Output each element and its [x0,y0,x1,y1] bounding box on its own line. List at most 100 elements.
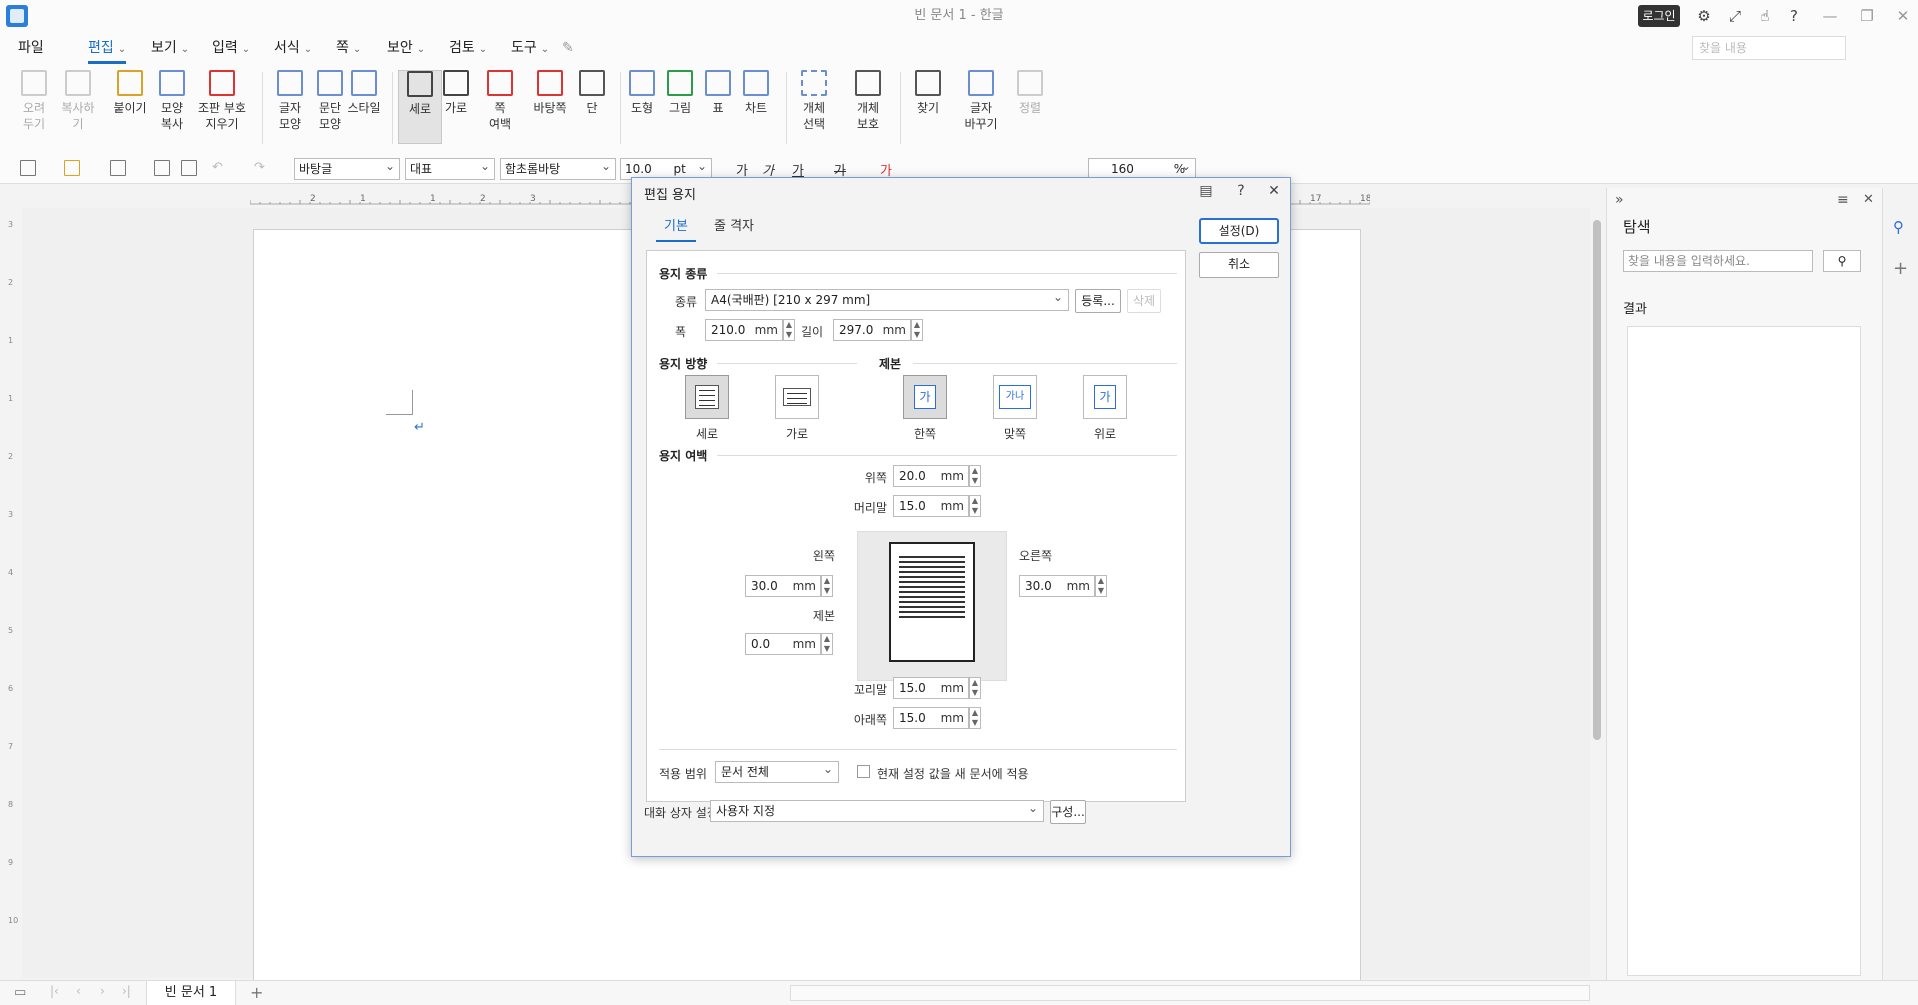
menu-format[interactable]: 서식 ⌄ [274,32,312,64]
header-margin-stepper[interactable]: ▲ ▼ [969,495,981,517]
header-margin-field[interactable]: 15.0 mm [893,495,969,517]
object-select-button[interactable]: 개체 선택 [792,70,836,132]
preview-icon[interactable] [181,160,197,176]
menu-edit[interactable]: 편집 ⌄ [88,32,127,64]
close-icon[interactable]: ✕ [1265,183,1283,201]
horizontal-scrollbar[interactable] [790,985,1590,1001]
sort-button[interactable]: 정렬 [1008,70,1052,116]
save-icon[interactable] [110,160,126,176]
width-field[interactable]: 210.0 mm [705,319,783,341]
length-stepper[interactable]: ▲ ▼ [911,319,923,341]
last-page-icon[interactable]: ›| [122,984,131,998]
find-button[interactable]: 찾기 [906,70,950,116]
binding-facing[interactable]: 가나 [993,375,1037,419]
restore-icon[interactable]: ❐ [1857,6,1877,26]
dialog-setting-select[interactable]: 사용자 지정 [710,798,1044,822]
chart-button[interactable]: 차트 [734,70,778,116]
menu-review[interactable]: 검토 ⌄ [449,32,487,64]
apply-range-select[interactable]: 문서 전체 [715,759,839,783]
document-tab[interactable]: 빈 문서 1 [146,981,236,1005]
delete-button[interactable]: 삭제 [1127,289,1161,313]
collapse-panel-icon[interactable]: » [1615,192,1624,208]
menu-view[interactable]: 보기 ⌄ [151,32,189,64]
scrollbar-thumb[interactable] [1593,220,1601,740]
cut-button[interactable]: 오려 두기 [12,70,56,132]
menu-security[interactable]: 보안 ⌄ [387,32,425,64]
gutter-field[interactable]: 0.0 mm [745,633,821,655]
add-icon[interactable]: + [1893,258,1908,279]
menu-insert[interactable]: 입력 ⌄ [212,32,250,64]
footer-margin-field[interactable]: 15.0 mm [893,677,969,699]
print-icon[interactable] [154,160,170,176]
object-protect-button[interactable]: 개체 보호 [846,70,890,132]
plugin-icon[interactable]: ✎ [562,32,574,64]
redo-icon[interactable]: ↷ [254,160,265,175]
vertical-scrollbar[interactable] [1590,190,1604,980]
paste-button[interactable]: 붙이기 [108,70,152,116]
font-select[interactable]: 함초롬바탕 [500,156,616,180]
bottom-margin-stepper[interactable]: ▲ ▼ [969,707,981,729]
help-icon[interactable]: ? [1232,183,1250,201]
open-icon[interactable] [64,160,80,176]
cancel-button[interactable]: 취소 [1199,252,1279,278]
copy-button[interactable]: 복사하기 [56,70,100,132]
char-shape-button[interactable]: 글자 모양 [268,70,312,132]
next-page-icon[interactable]: › [100,984,105,998]
apply-new-doc-checkbox[interactable] [857,765,870,778]
width-stepper[interactable]: ▲ ▼ [783,319,795,341]
right-margin-stepper[interactable]: ▲ ▼ [1095,575,1107,597]
language-select[interactable]: 대표 [405,156,495,180]
binoculars-icon[interactable]: ⚲ [1893,218,1904,236]
touch-icon[interactable]: ☝ [1755,6,1775,26]
settings-icon[interactable]: ⚙ [1694,6,1714,26]
length-field[interactable]: 297.0 mm [833,319,911,341]
paper-type-select[interactable]: A4(국배판) [210 x 297 mm] [705,287,1069,311]
minimize-icon[interactable]: — [1820,6,1840,26]
bottom-margin-field[interactable]: 15.0 mm [893,707,969,729]
expand-icon[interactable]: ⤢ [1725,6,1745,26]
orientation-landscape[interactable] [775,375,819,419]
menu-file[interactable]: 파일 [18,32,44,64]
new-tab-icon[interactable]: + [250,983,263,1002]
page-margin-button[interactable]: 쪽 여백 [478,70,522,132]
prev-page-icon[interactable]: ‹ [76,984,81,998]
help-icon[interactable]: ? [1784,6,1804,26]
comment-icon[interactable]: ▤ [1197,183,1215,201]
style-button[interactable]: 스타일 [340,70,388,116]
new-doc-icon[interactable] [20,160,36,176]
register-button[interactable]: 등록... [1075,289,1121,313]
style-select[interactable]: 바탕글 [294,156,400,180]
tab-line-grid[interactable]: 줄 격자 [714,216,774,242]
login-button[interactable]: 로그인 [1638,5,1680,27]
replace-button[interactable]: 글자 바꾸기 [956,70,1006,132]
orientation-portrait[interactable] [685,375,729,419]
panel-toggle-icon[interactable]: ▭ [14,985,26,1000]
first-page-icon[interactable]: |‹ [50,984,59,998]
binding-one-side[interactable]: 가 [903,375,947,419]
close-icon[interactable]: ✕ [1893,6,1913,26]
configure-button[interactable]: 구성... [1050,800,1086,824]
menu-tools[interactable]: 도구 ⌄ [511,32,549,64]
gutter-stepper[interactable]: ▲ ▼ [821,633,833,655]
panel-search-input[interactable]: 찾을 내용을 입력하세요. [1623,250,1813,272]
left-margin-field[interactable]: 30.0 mm [745,575,821,597]
left-margin-stepper[interactable]: ▲ ▼ [821,575,833,597]
panel-close-icon[interactable]: ✕ [1863,192,1874,207]
top-margin-field[interactable]: 20.0 mm [893,465,969,487]
menu-page[interactable]: 쪽 ⌄ [336,32,361,64]
panel-menu-icon[interactable]: ≡ [1837,192,1849,208]
footer-margin-stepper[interactable]: ▲ ▼ [969,677,981,699]
columns-button[interactable]: 단 [570,70,614,116]
landscape-button[interactable]: 가로 [434,70,478,116]
tab-basic[interactable]: 기본 [656,216,696,242]
ok-button[interactable]: 설정(D) [1199,218,1279,244]
undo-icon[interactable]: ↶ [212,160,223,175]
panel-find-icon[interactable]: ⚲ [1823,250,1861,272]
find-input[interactable]: 찾을 내용 [1692,36,1846,60]
clear-markup-button[interactable]: 조판 부호 지우기 [196,70,248,132]
top-margin-stepper[interactable]: ▲ ▼ [969,465,981,487]
right-margin-field[interactable]: 30.0 mm [1019,575,1095,597]
format-painter-button[interactable]: 모양 복사 [150,70,194,132]
binding-top[interactable]: 가 [1083,375,1127,419]
master-page-button[interactable]: 바탕쪽 [528,70,572,116]
